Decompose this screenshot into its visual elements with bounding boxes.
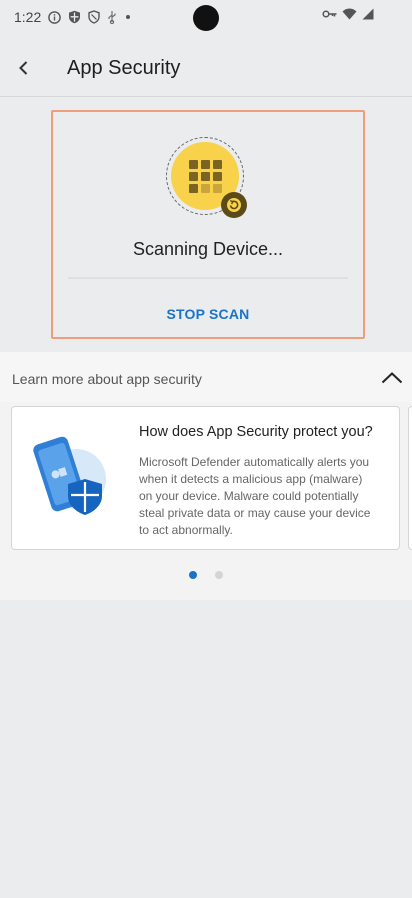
learn-more-section: Learn more about app security How does A…: [0, 352, 412, 600]
status-time: 1:22: [14, 9, 42, 25]
cellular-signal-icon: [361, 8, 374, 20]
info-icon: [48, 10, 62, 24]
learn-more-title: Learn more about app security: [12, 371, 202, 387]
status-left-group: 1:22: [14, 9, 132, 25]
card-title: How does App Security protect you?: [139, 424, 373, 440]
collapse-button[interactable]: [380, 366, 404, 390]
card-body: Microsoft Defender automatically alerts …: [139, 455, 371, 537]
scan-status-card: Scanning Device... STOP SCAN: [51, 110, 365, 339]
apps-grid-icon: [188, 159, 222, 193]
info-card[interactable]: How does App Security protect you? Micro…: [11, 406, 400, 550]
stop-scan-button[interactable]: STOP SCAN: [53, 306, 363, 322]
chevron-left-icon: [19, 61, 28, 75]
learn-more-header[interactable]: Learn more about app security: [0, 352, 412, 402]
status-bar: 1:22: [0, 0, 412, 34]
pager-dot-2[interactable]: [215, 571, 223, 579]
scan-progress-graphic: [166, 137, 248, 219]
vpn-key-icon: [322, 9, 338, 19]
pager-dot-1[interactable]: [189, 571, 197, 579]
vpn-shield-icon: [88, 10, 100, 24]
carousel-pager: [0, 571, 412, 579]
refresh-icon: [221, 192, 247, 218]
next-info-card-peek[interactable]: [408, 406, 412, 550]
wifi-icon: [342, 8, 357, 20]
chevron-up-icon: [381, 372, 403, 384]
scan-status-text: Scanning Device...: [132, 239, 284, 259]
defender-shield-icon: [68, 10, 81, 24]
usb-icon: [107, 10, 117, 24]
page-title: App Security: [67, 56, 181, 79]
app-bar: App Security: [0, 40, 412, 97]
scan-progress-track: [68, 277, 348, 279]
status-right-group: [322, 8, 374, 20]
phone-shield-illustration: [30, 433, 116, 523]
front-camera-cutout: [193, 5, 219, 31]
back-button[interactable]: [6, 50, 42, 86]
notification-dot-icon: [124, 13, 132, 21]
